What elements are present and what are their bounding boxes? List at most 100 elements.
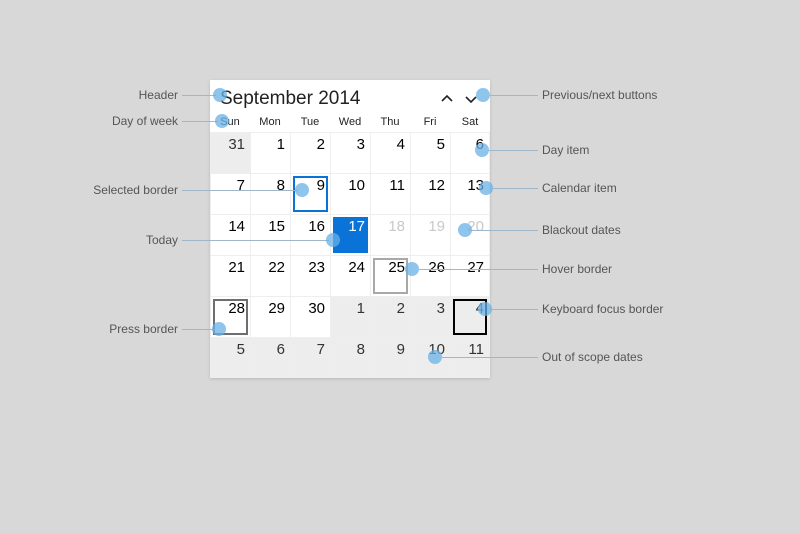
- day-number: 9: [317, 177, 325, 194]
- chevron-up-icon: [440, 92, 454, 106]
- day-cell[interactable]: 8: [250, 173, 290, 214]
- day-cell[interactable]: 14: [210, 214, 250, 255]
- day-cell[interactable]: 31: [210, 132, 250, 173]
- callout-marker: [295, 183, 309, 197]
- day-cell[interactable]: 5: [410, 132, 450, 173]
- callout-line: [442, 357, 538, 358]
- day-number: 4: [397, 136, 405, 153]
- day-cell[interactable]: 11: [370, 173, 410, 214]
- callout-marker: [326, 233, 340, 247]
- day-cell[interactable]: 1: [250, 132, 290, 173]
- day-cell[interactable]: 6: [250, 337, 290, 378]
- day-cell[interactable]: 18: [370, 214, 410, 255]
- day-cell[interactable]: 15: [250, 214, 290, 255]
- day-number: 15: [268, 218, 285, 235]
- prev-button[interactable]: [438, 90, 456, 108]
- day-of-week-row: Sun Mon Tue Wed Thu Fri Sat: [210, 114, 490, 132]
- day-number: 24: [348, 259, 365, 276]
- day-number: 5: [237, 341, 245, 358]
- day-number: 14: [228, 218, 245, 235]
- callout-marker: [476, 88, 490, 102]
- day-number: 19: [428, 218, 445, 235]
- day-cell[interactable]: 21: [210, 255, 250, 296]
- callout-marker: [479, 181, 493, 195]
- callout-marker: [212, 322, 226, 336]
- day-cell[interactable]: 5: [210, 337, 250, 378]
- label-press: Press border: [68, 322, 178, 336]
- label-header: Header: [68, 88, 178, 102]
- day-cell[interactable]: 8: [330, 337, 370, 378]
- day-cell[interactable]: 2: [290, 132, 330, 173]
- day-number: 7: [237, 177, 245, 194]
- label-dayitem: Day item: [542, 143, 702, 157]
- day-number: 8: [277, 177, 285, 194]
- day-cell[interactable]: 1: [330, 296, 370, 337]
- day-number: 28: [228, 300, 245, 317]
- header-title[interactable]: September 2014: [220, 88, 438, 110]
- day-cell[interactable]: 25: [370, 255, 410, 296]
- dow-label: Fri: [410, 116, 450, 128]
- day-number: 6: [277, 341, 285, 358]
- day-number: 18: [388, 218, 405, 235]
- callout-line: [493, 188, 538, 189]
- day-number: 23: [308, 259, 325, 276]
- day-cell[interactable]: 16: [290, 214, 330, 255]
- callout-line: [490, 95, 538, 96]
- label-dow: Day of week: [68, 114, 178, 128]
- calendar-header: September 2014: [210, 80, 490, 114]
- day-cell[interactable]: 22: [250, 255, 290, 296]
- callout-line: [182, 240, 329, 241]
- nav-buttons: [438, 90, 480, 108]
- day-number: 30: [308, 300, 325, 317]
- day-number: 3: [437, 300, 445, 317]
- day-cell[interactable]: 2: [370, 296, 410, 337]
- day-cell[interactable]: 4: [370, 132, 410, 173]
- callout-line: [182, 121, 218, 122]
- day-number: 31: [228, 136, 245, 153]
- day-number: 2: [397, 300, 405, 317]
- day-cell[interactable]: 27: [450, 255, 490, 296]
- day-number: 26: [428, 259, 445, 276]
- label-today: Today: [68, 233, 178, 247]
- callout-line: [182, 329, 215, 330]
- callout-marker: [405, 262, 419, 276]
- day-number: 12: [428, 177, 445, 194]
- day-number: 3: [357, 136, 365, 153]
- label-outofscope: Out of scope dates: [542, 350, 702, 364]
- day-number: 9: [397, 341, 405, 358]
- callout-line: [419, 269, 538, 270]
- dow-label: Tue: [290, 116, 330, 128]
- callout-marker: [213, 88, 227, 102]
- dow-label: Thu: [370, 116, 410, 128]
- callout-marker: [428, 350, 442, 364]
- day-cell[interactable]: 10: [330, 173, 370, 214]
- day-cell[interactable]: 3: [410, 296, 450, 337]
- calendar-grid: 3112345678910111213141516171819202122232…: [210, 132, 490, 378]
- day-cell[interactable]: 19: [410, 214, 450, 255]
- day-number: 1: [277, 136, 285, 153]
- day-cell[interactable]: 29: [250, 296, 290, 337]
- label-selected: Selected border: [68, 183, 178, 197]
- day-cell[interactable]: 3: [330, 132, 370, 173]
- dow-label: Mon: [250, 116, 290, 128]
- day-number: 2: [317, 136, 325, 153]
- day-number: 29: [268, 300, 285, 317]
- day-cell[interactable]: 30: [290, 296, 330, 337]
- day-cell[interactable]: 7: [290, 337, 330, 378]
- callout-line: [182, 95, 216, 96]
- day-cell[interactable]: 7: [210, 173, 250, 214]
- day-cell[interactable]: 24: [330, 255, 370, 296]
- day-number: 27: [467, 259, 484, 276]
- day-number: 8: [357, 341, 365, 358]
- day-number: 5: [437, 136, 445, 153]
- callout-marker: [458, 223, 472, 237]
- day-number: 22: [268, 259, 285, 276]
- day-cell[interactable]: 26: [410, 255, 450, 296]
- day-number: 7: [317, 341, 325, 358]
- label-blackout: Blackout dates: [542, 223, 702, 237]
- day-cell[interactable]: 9: [370, 337, 410, 378]
- day-cell[interactable]: 12: [410, 173, 450, 214]
- day-cell[interactable]: 23: [290, 255, 330, 296]
- label-prevnext: Previous/next buttons: [542, 88, 702, 102]
- dow-label: Wed: [330, 116, 370, 128]
